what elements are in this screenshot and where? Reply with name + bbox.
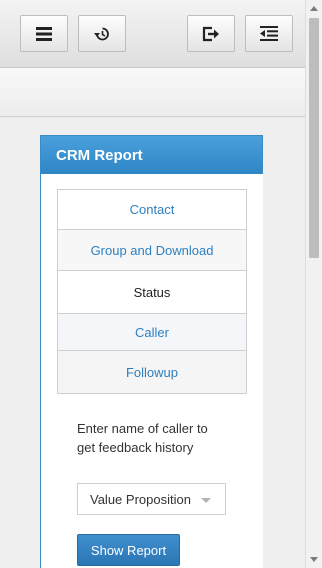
vertical-scrollbar[interactable] [305, 0, 322, 568]
caller-select[interactable]: Value Proposition [77, 483, 226, 515]
scrollbar-thumb[interactable] [309, 18, 319, 258]
tab-status[interactable]: Status [57, 270, 247, 314]
tab-followup[interactable]: Followup [57, 350, 247, 394]
top-toolbar [0, 0, 305, 68]
history-icon [94, 27, 109, 40]
chevron-down-icon [201, 498, 211, 503]
scroll-up-icon[interactable] [310, 6, 318, 11]
sub-header-bar [0, 68, 305, 117]
tab-group-and-download[interactable]: Group and Download [57, 229, 247, 271]
collapse-menu-button[interactable] [245, 15, 293, 52]
scroll-down-icon[interactable] [310, 557, 318, 562]
tab-caller[interactable]: Caller [57, 313, 247, 351]
caller-select-value: Value Proposition [90, 491, 191, 507]
hamburger-menu-icon [36, 26, 52, 41]
caller-prompt-text: Enter name of caller to get feedback his… [77, 421, 208, 455]
history-button[interactable] [78, 15, 126, 52]
app-window: CRM Report Contact Group and Download St… [0, 0, 305, 568]
logout-icon [202, 26, 219, 41]
panel-title: CRM Report [41, 136, 262, 174]
report-tabs: Contact Group and Download Status Caller… [57, 189, 247, 394]
menu-button[interactable] [20, 15, 68, 52]
logout-button[interactable] [187, 15, 235, 52]
show-report-button[interactable]: Show Report [77, 534, 180, 566]
outdent-list-icon [260, 26, 278, 41]
tab-contact[interactable]: Contact [57, 189, 247, 230]
